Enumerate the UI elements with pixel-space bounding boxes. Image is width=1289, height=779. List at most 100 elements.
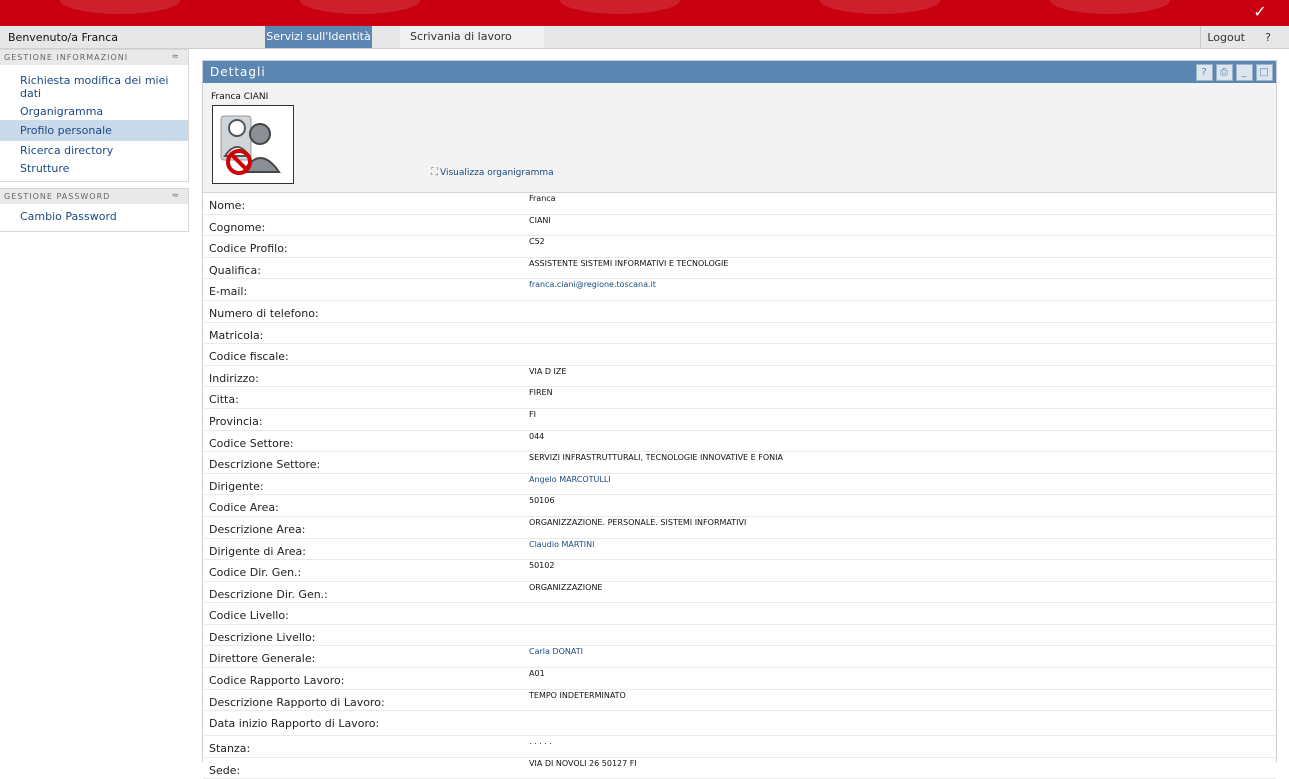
maximize-icon[interactable]: □ bbox=[1256, 64, 1273, 81]
org-chart-icon: ⛶ bbox=[431, 167, 438, 178]
panel-controls: ? ⎙ _ □ bbox=[1196, 64, 1273, 81]
detail-value: Franca bbox=[529, 194, 556, 203]
sidebar-item-strutture[interactable]: Strutture bbox=[0, 159, 188, 181]
detail-value: . . . . . bbox=[529, 737, 552, 747]
detail-value: ORGANIZZAZIONE. PERSONALE. SISTEMI INFOR… bbox=[529, 517, 747, 527]
sidebar-item-organigramma[interactable]: Organigramma bbox=[0, 102, 188, 120]
sidebar-section-header[interactable]: GESTIONE PASSWORD ≈ bbox=[0, 189, 188, 204]
detail-label: Codice Rapporto Lavoro: bbox=[209, 674, 345, 688]
detail-row: Descrizione Dir. Gen.: ORGANIZZAZIONE bbox=[203, 582, 1276, 604]
sidebar-item-richiesta-modifica[interactable]: Richiesta modifica dei miei dati bbox=[0, 69, 188, 102]
sidebar-items: Richiesta modifica dei miei dati Organig… bbox=[0, 65, 188, 181]
sidebar-item-ricerca-directory[interactable]: Ricerca directory bbox=[0, 141, 188, 159]
sidebar-section-header[interactable]: GESTIONE INFORMAZIONI ≈ bbox=[0, 50, 188, 65]
detail-label: Qualifica: bbox=[209, 263, 261, 277]
detail-row: Sede: VIA DI NOVOLI 26 50127 FI bbox=[203, 758, 1276, 779]
sidebar-item-cambio-password[interactable]: Cambio Password bbox=[0, 208, 188, 225]
tab-label: Scrivania di lavoro bbox=[410, 30, 512, 43]
detail-label: Numero di telefono: bbox=[209, 306, 319, 320]
org-chart-link[interactable]: ⛶ Visualizza organigramma bbox=[431, 167, 554, 178]
details-panel: Dettagli ? ⎙ _ □ Franca CIANI ⛶ Visualizz… bbox=[202, 60, 1277, 779]
detail-value: FIREN bbox=[529, 388, 553, 398]
panel-title: Dettagli bbox=[210, 65, 266, 79]
detail-row: Codice Livello: bbox=[203, 603, 1276, 625]
help-icon[interactable]: ? bbox=[1196, 64, 1213, 81]
collapse-icon[interactable]: ≈ bbox=[171, 189, 180, 204]
detail-row: Descrizione Livello: bbox=[203, 625, 1276, 647]
detail-label: Stanza: bbox=[209, 742, 251, 756]
detail-row: Codice Rapporto Lavoro: A01 bbox=[203, 668, 1276, 690]
detail-label: Nome: bbox=[209, 199, 246, 212]
sidebar-section-password: GESTIONE PASSWORD ≈ Cambio Password bbox=[0, 188, 189, 232]
logout-link[interactable]: Logout bbox=[1207, 31, 1245, 44]
detail-label: Codice Profilo: bbox=[209, 242, 288, 256]
sidebar-section-informazioni: GESTIONE INFORMAZIONI ≈ Richiesta modifi… bbox=[0, 49, 189, 182]
top-navigation-bar: Benvenuto/a Franca Servizi sull'Identità… bbox=[0, 26, 1289, 49]
detail-row: E-mail: franca.ciani@regione.toscana.it bbox=[203, 279, 1276, 301]
detail-label: Codice Livello: bbox=[209, 609, 289, 623]
detail-label: Descrizione Area: bbox=[209, 522, 306, 536]
detail-label: Codice Settore: bbox=[209, 436, 294, 450]
detail-row: Data inizio Rapporto di Lavoro: bbox=[203, 711, 1276, 737]
detail-value-link[interactable]: franca.ciani@regione.toscana.it bbox=[529, 280, 656, 289]
banner-decoration bbox=[300, 0, 420, 14]
details-table: Nome: Franca Cognome: CIANI Codice Profilo: C… bbox=[203, 193, 1276, 779]
detail-row: Provincia: FI bbox=[203, 409, 1276, 431]
detail-row: Codice Dir. Gen.: 50102 bbox=[203, 560, 1276, 582]
help-link[interactable]: ? bbox=[1265, 31, 1271, 44]
person-name: Franca CIANI bbox=[211, 92, 269, 102]
tab-servizi-identita[interactable]: Servizi sull'Identità bbox=[265, 26, 372, 48]
sidebar-section-title: GESTIONE INFORMAZIONI bbox=[4, 53, 129, 62]
detail-label: Descrizione Rapporto di Lavoro: bbox=[209, 695, 385, 709]
banner-decoration bbox=[1050, 0, 1170, 14]
sidebar: GESTIONE INFORMAZIONI ≈ Richiesta modifi… bbox=[0, 49, 189, 761]
print-icon[interactable]: ⎙ bbox=[1216, 64, 1233, 81]
detail-label: Descrizione Livello: bbox=[209, 630, 316, 644]
detail-label: Codice fiscale: bbox=[209, 350, 289, 364]
detail-row: Descrizione Rapporto di Lavoro: TEMPO IND… bbox=[203, 690, 1276, 712]
detail-label: Dirigente: bbox=[209, 479, 264, 493]
detail-value-link[interactable]: Claudio MARTINI bbox=[529, 540, 594, 549]
detail-label: Sede: bbox=[209, 763, 241, 777]
collapse-icon[interactable]: ≈ bbox=[171, 50, 180, 65]
logo-icon: ✓ bbox=[1253, 2, 1267, 21]
profile-summary: Franca CIANI ⛶ Visualizza organigramma bbox=[203, 83, 1276, 193]
detail-value: TEMPO INDETERMINATO bbox=[529, 690, 626, 700]
detail-value: C52 bbox=[529, 237, 545, 247]
banner-decoration bbox=[60, 0, 180, 14]
panel-header: Dettagli ? ⎙ _ □ bbox=[203, 61, 1276, 83]
banner-decoration bbox=[560, 0, 680, 14]
detail-value: VIA DI NOVOLI 26 50127 FI bbox=[529, 758, 637, 768]
detail-label: Citta: bbox=[209, 393, 239, 407]
detail-row: Citta: FIREN bbox=[203, 387, 1276, 409]
minimize-icon[interactable]: _ bbox=[1236, 64, 1253, 81]
profile-photo bbox=[212, 105, 294, 184]
org-chart-link-label: Visualizza organigramma bbox=[440, 168, 554, 178]
detail-label: Direttore Generale: bbox=[209, 652, 316, 666]
detail-row: Stanza: . . . . . bbox=[203, 736, 1276, 758]
detail-row: Descrizione Settore: SERVIZI INFRASTRUTTU… bbox=[203, 452, 1276, 474]
detail-value-link[interactable]: Angelo MARCOTULLI bbox=[529, 475, 611, 484]
sidebar-item-profilo-personale[interactable]: Profilo personale bbox=[0, 120, 188, 141]
tab-scrivania-lavoro[interactable]: Scrivania di lavoro bbox=[400, 26, 544, 48]
detail-row: Matricola: bbox=[203, 323, 1276, 345]
detail-row: Codice Area: 50106 bbox=[203, 495, 1276, 517]
detail-value: 044 bbox=[529, 431, 545, 441]
detail-label: E-mail: bbox=[209, 285, 248, 299]
detail-row: Codice fiscale: bbox=[203, 344, 1276, 366]
detail-value: A01 bbox=[529, 669, 545, 679]
detail-row: Direttore Generale: Carla DONATI bbox=[203, 646, 1276, 669]
detail-value: CIANI bbox=[529, 215, 551, 225]
detail-row: Codice Profilo: C52 bbox=[203, 236, 1276, 258]
detail-value: 50102 bbox=[529, 561, 555, 571]
divider bbox=[1200, 26, 1201, 48]
banner-decoration bbox=[820, 0, 940, 14]
detail-label: Descrizione Dir. Gen.: bbox=[209, 587, 328, 601]
detail-label: Matricola: bbox=[209, 328, 264, 342]
detail-row: Nome: Franca bbox=[203, 193, 1276, 215]
detail-row: Dirigente: Angelo MARCOTULLI bbox=[203, 474, 1276, 496]
detail-label: Codice Area: bbox=[209, 501, 279, 515]
detail-row: Codice Settore: 044 bbox=[203, 431, 1276, 453]
detail-row: Descrizione Area: ORGANIZZAZIONE. PERSONA… bbox=[203, 517, 1276, 539]
detail-value-link[interactable]: Carla DONATI bbox=[529, 647, 583, 656]
